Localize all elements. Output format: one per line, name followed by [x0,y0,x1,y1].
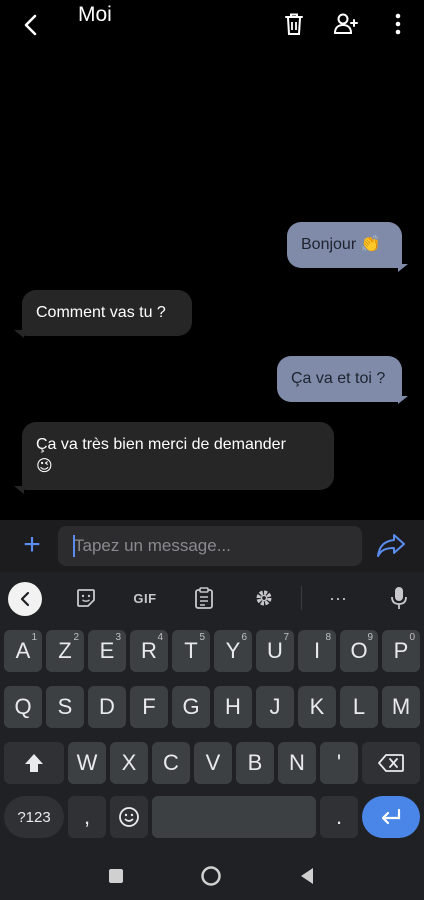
back-triangle-icon[interactable] [295,864,319,888]
key-x[interactable]: X [110,742,148,784]
message-bubble-incoming[interactable]: Ça va très bien merci de demander 😉 [22,422,334,491]
clapping-hands-emoji: 👏 [360,236,381,253]
shift-key[interactable] [4,742,64,784]
text-cursor [73,535,75,557]
key-f[interactable]: F [130,686,168,728]
enter-key[interactable] [362,796,420,838]
conversation-title: Moi [78,3,112,26]
key-z[interactable]: Z2 [46,630,84,672]
key-d[interactable]: D [88,686,126,728]
bubble-tail [398,264,408,272]
key-c[interactable]: C [152,742,190,784]
message-text: Comment vas tu ? [36,304,166,321]
chevron-left-icon[interactable] [8,582,42,616]
key-p[interactable]: P0 [382,630,420,672]
keyboard-toolbar: GIF ··· [0,572,424,624]
add-person-icon[interactable] [330,8,362,40]
key-q[interactable]: Q [4,686,42,728]
composer-bar: + [0,520,424,572]
gear-icon[interactable] [248,582,280,614]
trash-icon[interactable] [278,8,310,40]
message-bubble-incoming[interactable]: Comment vas tu ? [22,290,192,336]
bubble-tail [398,396,408,404]
symbols-key[interactable]: ?123 [4,796,64,838]
key-apostrophe[interactable]: ' [320,742,358,784]
emoji-key[interactable] [110,796,148,838]
key-u[interactable]: U7 [256,630,294,672]
key-o[interactable]: O9 [340,630,378,672]
key-n[interactable]: N [278,742,316,784]
smiley-icon [119,807,139,827]
key-t[interactable]: T5 [172,630,210,672]
period-key[interactable]: . [320,796,358,838]
more-vertical-icon[interactable] [382,8,414,40]
message-text: Ça va et toi ? [291,370,386,387]
backspace-key[interactable] [362,742,420,784]
winking-face-emoji: 😉 [36,458,53,475]
key-g[interactable]: G [172,686,210,728]
key-s[interactable]: S [46,686,84,728]
message-text: Ça va très bien merci de demander [36,436,286,453]
message-bubble-outgoing[interactable]: Ça va et toi ? [277,356,402,402]
plus-icon[interactable]: + [18,530,46,560]
return-arrow-icon [381,808,401,825]
back-arrow-icon[interactable] [14,8,48,42]
key-e[interactable]: E3 [88,630,126,672]
top-bar: Moi [0,0,424,50]
keyboard: GIF ··· A1 Z2 E3 R4 T5 Y6 U7 I8 O9 P0 Q … [0,572,424,850]
toolbar-divider [301,586,302,610]
clipboard-icon[interactable] [188,582,220,614]
backspace-icon [378,754,404,772]
key-r[interactable]: R4 [130,630,168,672]
recents-square-icon[interactable] [104,864,128,888]
key-i[interactable]: I8 [298,630,336,672]
home-circle-icon[interactable] [199,864,223,888]
shift-arrow-icon [25,754,43,772]
gif-button[interactable]: GIF [126,582,164,614]
message-bubble-outgoing[interactable]: Bonjour 👏 [287,222,402,269]
key-y[interactable]: Y6 [214,630,252,672]
key-b[interactable]: B [236,742,274,784]
microphone-icon[interactable] [383,582,415,614]
more-horizontal-icon[interactable]: ··· [322,582,354,614]
comma-key[interactable]: , [68,796,106,838]
key-j[interactable]: J [256,686,294,728]
key-k[interactable]: K [298,686,336,728]
key-a[interactable]: A1 [4,630,42,672]
key-m[interactable]: M [382,686,420,728]
key-w[interactable]: W [68,742,106,784]
bubble-tail [14,486,24,494]
message-input[interactable] [58,526,362,566]
system-navigation-bar [0,850,424,900]
space-bar[interactable] [152,796,316,838]
key-v[interactable]: V [194,742,232,784]
send-icon[interactable] [376,532,408,562]
key-l[interactable]: L [340,686,378,728]
key-h[interactable]: H [214,686,252,728]
sticker-icon[interactable] [70,582,102,614]
bubble-tail [14,330,24,338]
message-text: Bonjour [301,236,357,254]
